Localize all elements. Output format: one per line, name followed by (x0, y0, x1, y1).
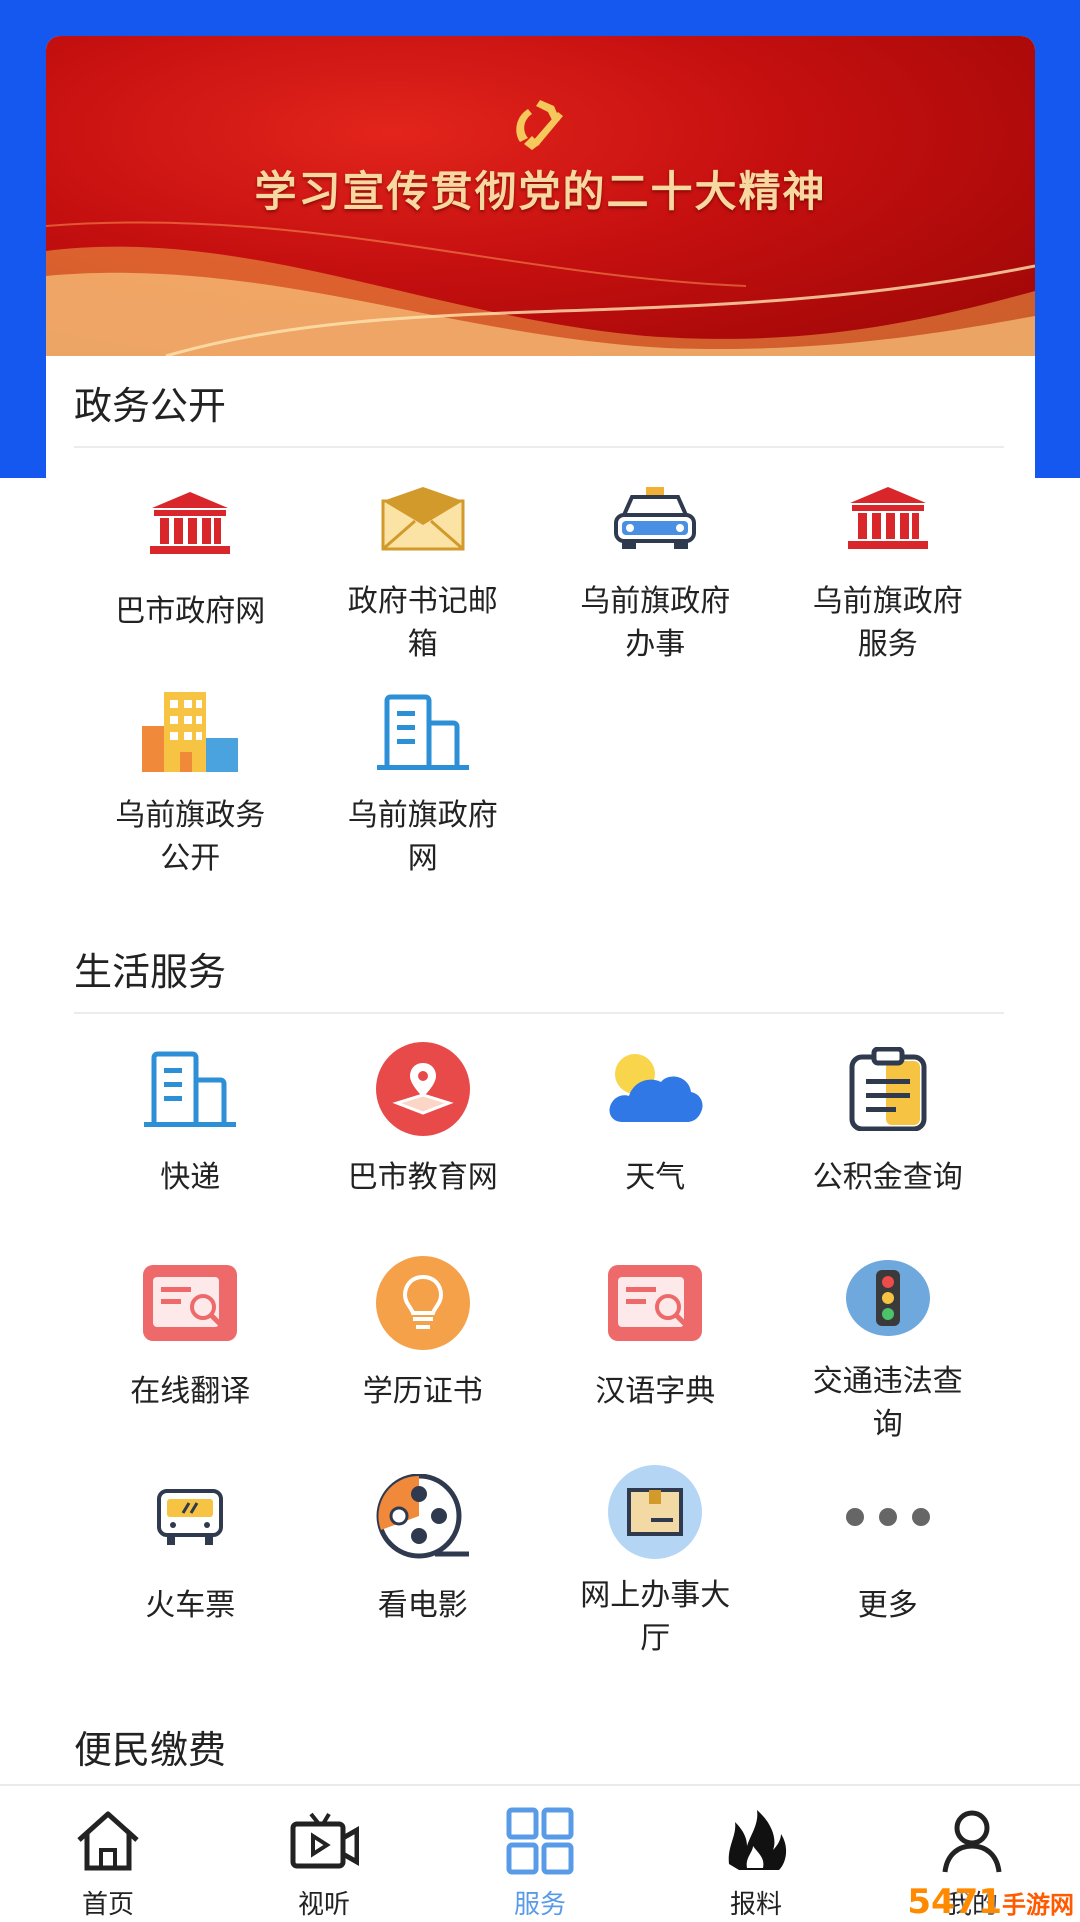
nav-label: 服务 (513, 1890, 566, 1920)
taxi-icon (614, 487, 697, 549)
section-convenience-payment: 便民缴费 (74, 1710, 1004, 1790)
service-item-online-service-hall[interactable]: 网上办事大厅 (539, 1452, 772, 1660)
service-item-wqq-government-affairs[interactable]: 乌前旗政府办事 (539, 458, 772, 666)
service-label: 学历证书 (362, 1374, 483, 1409)
service-item-more[interactable]: 更多 (772, 1452, 1005, 1660)
service-label: 公积金查询 (812, 1160, 963, 1195)
video-icon (290, 1812, 359, 1869)
government-building-icon (150, 492, 231, 554)
service-label: 政府书记邮箱 (347, 584, 498, 662)
document-search-icon (608, 1265, 703, 1341)
section-title: 政务公开 (74, 366, 1004, 448)
lightbulb-icon (375, 1256, 470, 1350)
section-life-services: 生活服务 快递 巴市教育网 天气 公积金查询 在线翻译 学历证书 汉语字典 交通… (74, 932, 1004, 1660)
service-label: 火车票 (145, 1588, 236, 1623)
office-building-icon (376, 694, 469, 770)
government-building-icon (847, 487, 928, 549)
nav-tab-services[interactable]: 服务 (432, 1786, 648, 1922)
service-label: 在线翻译 (130, 1374, 251, 1409)
service-label: 乌前旗政府网 (347, 798, 498, 876)
service-label: 快递 (160, 1160, 221, 1195)
bottom-navigation: 首页 视听 服务 报料 我的 5471手游网 (0, 1784, 1080, 1922)
service-label: 更多 (857, 1588, 918, 1623)
service-item-housing-fund-query[interactable]: 公积金查询 (772, 1024, 1005, 1232)
service-item-wqq-government-web[interactable]: 乌前旗政府网 (307, 672, 540, 880)
train-icon (157, 1489, 224, 1545)
nav-label: 视听 (297, 1890, 350, 1920)
office-building-icon (144, 1051, 237, 1127)
nav-label: 报料 (729, 1890, 782, 1920)
service-item-diploma[interactable]: 学历证书 (307, 1238, 540, 1446)
service-item-train-ticket[interactable]: 火车票 (74, 1452, 307, 1660)
service-item-express[interactable]: 快递 (74, 1024, 307, 1232)
service-label: 巴市政府网 (115, 594, 266, 629)
service-label: 网上办事大厅 (580, 1578, 731, 1656)
service-item-online-translate[interactable]: 在线翻译 (74, 1238, 307, 1446)
section-title: 便民缴费 (74, 1728, 227, 1772)
clipboard-icon (849, 1047, 927, 1131)
section-title: 生活服务 (74, 932, 1004, 1014)
fire-icon (728, 1810, 787, 1870)
city-buildings-icon (142, 692, 239, 772)
user-icon (942, 1810, 1002, 1873)
service-item-secretary-mailbox[interactable]: 政府书记邮箱 (307, 458, 540, 666)
grid-icon (506, 1807, 574, 1875)
nav-tab-report[interactable]: 报料 (648, 1786, 864, 1922)
service-item-wqq-government-service[interactable]: 乌前旗政府服务 (772, 458, 1005, 666)
service-item-bashi-education-web[interactable]: 巴市教育网 (307, 1024, 540, 1232)
service-label: 巴市教育网 (347, 1160, 498, 1195)
service-item-movie[interactable]: 看电影 (307, 1452, 540, 1660)
nav-tab-video[interactable]: 视听 (216, 1786, 432, 1922)
service-item-traffic-violation-query[interactable]: 交通违法查询 (772, 1238, 1005, 1446)
section-government-affairs: 政务公开 巴市政府网 政府书记邮箱 乌前旗政府办事 乌前旗政府服务 乌前旗政务公… (74, 366, 1004, 880)
service-label: 乌前旗政务公开 (115, 798, 266, 876)
party-emblem-icon (516, 100, 563, 150)
watermark-logo: 5471手游网 (907, 1882, 1074, 1922)
traffic-light-icon (845, 1260, 930, 1336)
envelope-icon (381, 487, 465, 551)
map-pin-icon (375, 1042, 470, 1136)
banner-title: 学习宣传贯彻党的二十大精神 (254, 167, 827, 216)
service-item-wqq-government-openness[interactable]: 乌前旗政务公开 (74, 672, 307, 880)
document-search-icon (143, 1265, 238, 1341)
film-reel-icon (376, 1474, 469, 1559)
service-label: 汉语字典 (595, 1374, 716, 1409)
service-label: 天气 (625, 1160, 686, 1195)
service-label: 乌前旗政府办事 (580, 584, 731, 662)
nav-tab-home[interactable]: 首页 (0, 1786, 216, 1922)
service-item-bashi-government-web[interactable]: 巴市政府网 (74, 458, 307, 666)
package-box-icon (608, 1465, 703, 1559)
service-label: 乌前旗政府服务 (812, 584, 963, 662)
service-label: 交通违法查询 (812, 1364, 963, 1442)
service-item-weather[interactable]: 天气 (539, 1024, 772, 1232)
home-icon (77, 1811, 139, 1871)
weather-cloud-sun-icon (609, 1054, 703, 1122)
more-dots-icon (845, 1508, 930, 1526)
service-item-chinese-dictionary[interactable]: 汉语字典 (539, 1238, 772, 1446)
banner[interactable]: 学习宣传贯彻党的二十大精神 (46, 36, 1035, 356)
service-label: 看电影 (377, 1588, 468, 1623)
nav-label: 首页 (81, 1890, 134, 1920)
